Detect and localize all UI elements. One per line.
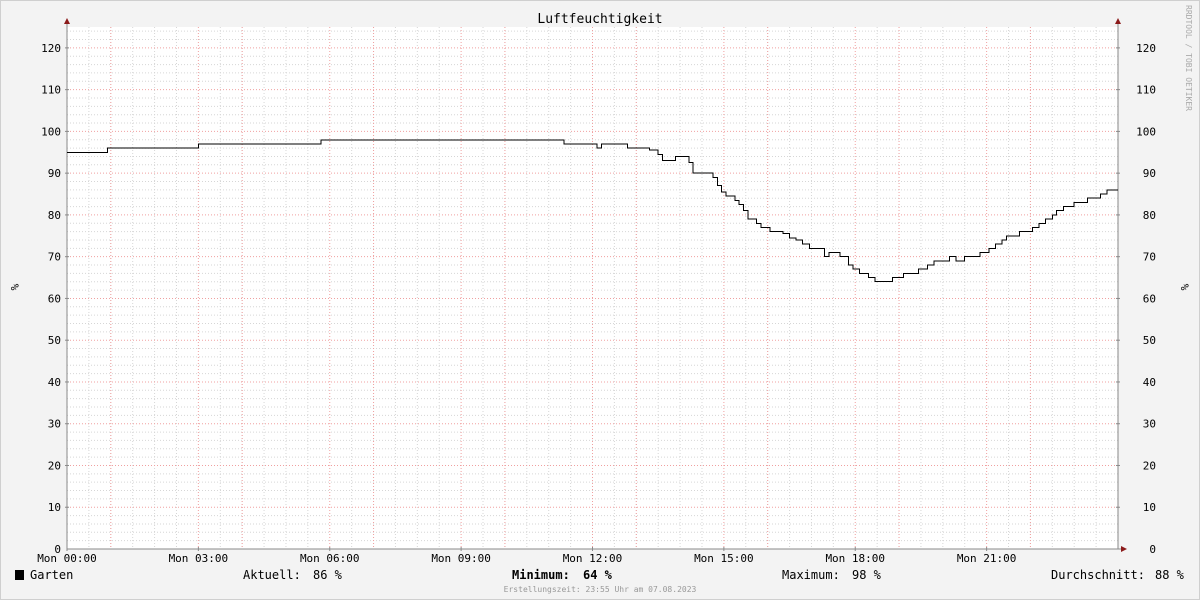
y-tick-label-right: 80 [1143, 209, 1156, 222]
y-tick-label-left: 10 [48, 501, 61, 514]
humidity-chart: 0102030405060708090100110120 01020304050… [0, 0, 1200, 600]
y-tick-label-left: 110 [41, 84, 61, 97]
y-tick-label-right: 70 [1143, 251, 1156, 264]
x-tick-label: Mon 12:00 [563, 552, 623, 565]
y-tick-label-right: 0 [1149, 543, 1156, 556]
chart-title: Luftfeuchtigkeit [537, 12, 662, 27]
legend-swatch [15, 570, 24, 580]
y-tick-label-right: 10 [1143, 501, 1156, 514]
y-axis-label-left: % [8, 284, 21, 291]
y-tick-label-left: 90 [48, 167, 61, 180]
y-tick-label-left: 50 [48, 334, 61, 347]
legend-maximum-label: Maximum: [782, 568, 840, 582]
y-tick-label-left: 40 [48, 376, 61, 389]
y-tick-label-right: 50 [1143, 334, 1156, 347]
y-tick-label-right: 100 [1136, 125, 1156, 138]
x-tick-label: Mon 15:00 [694, 552, 754, 565]
y-tick-label-right: 110 [1136, 84, 1156, 97]
watermark: RRDTOOL / TOBI OETIKER [1184, 5, 1193, 111]
footer-timestamp: Erstellungszeit: 23:55 Uhr am 07.08.2023 [504, 585, 697, 594]
y-tick-label-left: 100 [41, 125, 61, 138]
legend-current-value: 86 % [313, 568, 343, 582]
x-tick-label: Mon 09:00 [431, 552, 491, 565]
legend-average-value: 88 % [1155, 568, 1185, 582]
legend-minimum-value: 64 % [583, 568, 613, 582]
x-tick-label: Mon 21:00 [957, 552, 1017, 565]
y-tick-label-right: 40 [1143, 376, 1156, 389]
y-tick-label-right: 120 [1136, 42, 1156, 55]
legend-current-label: Aktuell: [243, 568, 301, 582]
x-tick-label: Mon 03:00 [169, 552, 229, 565]
legend-average-label: Durchschnitt: [1051, 568, 1145, 582]
y-tick-label-left: 20 [48, 459, 61, 472]
legend-minimum-label: Minimum: [512, 568, 570, 582]
y-tick-label-right: 30 [1143, 418, 1156, 431]
y-tick-label-right: 20 [1143, 459, 1156, 472]
y-tick-label-right: 90 [1143, 167, 1156, 180]
x-tick-label: Mon 18:00 [825, 552, 885, 565]
legend-series-name: Garten [30, 568, 73, 582]
y-tick-label-right: 60 [1143, 292, 1156, 305]
y-tick-label-left: 120 [41, 42, 61, 55]
legend-maximum-value: 98 % [852, 568, 882, 582]
y-tick-label-left: 80 [48, 209, 61, 222]
y-tick-label-left: 60 [48, 292, 61, 305]
y-tick-label-left: 70 [48, 251, 61, 264]
y-axis-label-right: % [1178, 284, 1191, 291]
y-tick-label-left: 30 [48, 418, 61, 431]
x-tick-label: Mon 00:00 [37, 552, 97, 565]
x-tick-label: Mon 06:00 [300, 552, 360, 565]
